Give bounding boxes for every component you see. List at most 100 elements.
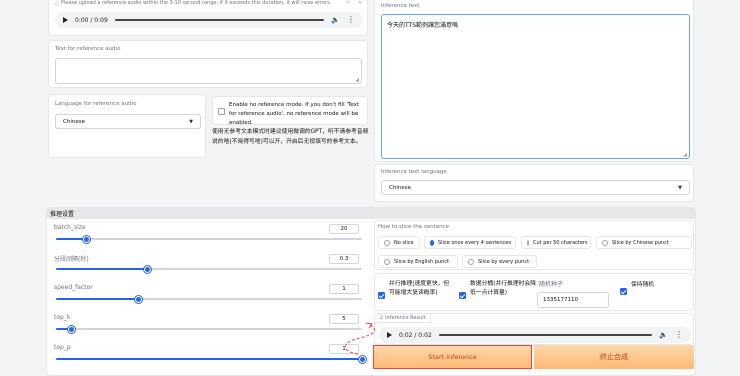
slider-label: top_k xyxy=(54,314,71,321)
result-label: Inference Result xyxy=(385,315,426,321)
section-title: 推理设置 xyxy=(50,211,75,218)
slider-fragment-interval: 分段间隔(秒) 0.3 xyxy=(48,250,368,278)
radio-dot[interactable] xyxy=(430,239,434,246)
ref-text-input[interactable]: ◢ xyxy=(55,58,362,84)
slice-option[interactable]: Cut per 50 characters xyxy=(521,236,591,249)
bucket-checkbox[interactable] xyxy=(459,292,466,299)
slider-fill xyxy=(56,238,87,240)
slice-option-label: Slice once every 4 sentences xyxy=(438,239,511,246)
parallel-label: 并行推理(速度更快，但可能增大复读概率) xyxy=(389,281,450,296)
bucket-label: 数据分桶(并行推理时会降低一点计算量) xyxy=(470,281,537,296)
slider-value: 1 xyxy=(342,286,346,292)
slider-fill xyxy=(56,358,362,360)
slider-value: 0.3 xyxy=(339,256,349,262)
slider-thumb[interactable] xyxy=(135,295,143,303)
music-icon: ♫ xyxy=(54,1,59,7)
slider-track[interactable] xyxy=(56,328,362,330)
slider-thumb[interactable] xyxy=(144,265,152,273)
ref-text-label: Text for reference audio xyxy=(55,46,121,52)
slice-option[interactable]: No slice xyxy=(378,236,420,249)
inference-language-panel: Inference text language Chinese ▼ xyxy=(374,164,694,202)
ref-audio-hint: Please upload a reference audio within t… xyxy=(61,0,331,6)
inference-language-select[interactable]: Chinese ▼ xyxy=(381,180,690,195)
volume-icon[interactable]: 🔈 xyxy=(331,16,340,24)
slider-thumb[interactable] xyxy=(67,325,75,333)
resize-handle-icon[interactable]: ◢ xyxy=(355,77,359,83)
ref-audio-panel: ♫ Please upload a reference audio within… xyxy=(48,0,368,36)
slice-option-label: Cut per 50 characters xyxy=(533,239,588,246)
keep-random-option[interactable]: 保持随机 xyxy=(620,279,680,295)
volume-icon[interactable]: 🔈 xyxy=(659,331,668,339)
slider-value-input[interactable]: 0.3 xyxy=(329,254,359,264)
keep-random-checkbox[interactable] xyxy=(620,288,627,295)
radio-dot[interactable] xyxy=(527,239,529,246)
dropdown-arrow-icon: ▼ xyxy=(678,184,682,191)
annotation-arrow xyxy=(345,322,376,355)
slice-option[interactable]: Slice once every 4 sentences xyxy=(424,236,516,249)
result-audio-progress[interactable] xyxy=(438,334,653,336)
slice-option-label: Slice by English punct xyxy=(394,258,449,265)
parallel-checkbox[interactable] xyxy=(378,292,385,299)
ref-language-select[interactable]: Chinese ▼ xyxy=(55,114,201,129)
slice-option[interactable]: Slice by Chinese punct xyxy=(596,236,692,249)
slice-option-label: Slice by Chinese punct xyxy=(612,239,669,246)
radio-dot[interactable] xyxy=(384,239,390,246)
slice-panel: How to slice the sentence No slice Slice … xyxy=(374,220,694,270)
no-ref-mode-label: Enable no reference mode. If you don't f… xyxy=(229,102,360,126)
ref-text-panel: Text for reference audio ◢ xyxy=(48,40,368,88)
slider-label: speed_factor xyxy=(54,284,93,291)
edit-icon[interactable]: ✎ xyxy=(346,0,350,6)
ref-audio-time: 0:00 / 0:09 xyxy=(75,16,108,24)
result-audio-player[interactable]: 0:02 / 0:02 🔈 ⋮ xyxy=(379,327,691,343)
slider-fill xyxy=(56,298,139,300)
seed-input[interactable]: 1335177110 xyxy=(537,292,609,308)
slice-option[interactable]: Slice by every punct xyxy=(462,255,537,268)
slider-speed-factor: speed_factor 1 xyxy=(48,280,368,308)
slice-label: How to slice the sentence xyxy=(378,224,450,230)
more-options-icon[interactable]: ⋮ xyxy=(675,331,683,339)
slider-label: 分段间隔(秒) xyxy=(54,256,89,263)
radio-dot[interactable] xyxy=(384,258,390,265)
inference-text-label: Inference text xyxy=(381,3,420,9)
more-options-icon[interactable]: ⋮ xyxy=(347,16,355,24)
slider-track[interactable] xyxy=(56,238,362,240)
keep-random-label: 保持随机 xyxy=(631,282,655,288)
result-audio-time: 0:02 / 0:02 xyxy=(399,331,432,339)
section-header: 推理设置 xyxy=(47,208,695,219)
start-inference-button[interactable]: Start inference xyxy=(373,345,532,369)
slider-value-input[interactable]: 1 xyxy=(329,284,359,294)
start-inference-label: Start inference xyxy=(428,353,477,361)
slider-value-input[interactable]: 20 xyxy=(329,224,359,234)
ref-audio-player[interactable]: 0:00 / 0:09 🔈 ⋮ xyxy=(55,12,363,28)
slider-label: top_p xyxy=(54,344,71,351)
inference-text-panel: Inference text 今天的TTS範例讓您滿意嗎 ◢ xyxy=(374,0,694,162)
inference-text-input[interactable]: 今天的TTS範例讓您滿意嗎 ◢ xyxy=(381,14,690,159)
radio-dot[interactable] xyxy=(468,258,474,265)
seed-value: 1335177110 xyxy=(543,297,578,303)
seed-label: 随机种子 xyxy=(539,281,564,288)
no-ref-mode-checkbox[interactable] xyxy=(218,108,225,115)
clear-icon[interactable]: ✕ xyxy=(358,0,362,6)
slider-thumb[interactable] xyxy=(83,235,91,243)
resize-handle-icon[interactable]: ◢ xyxy=(683,152,687,158)
inference-language-value: Chinese xyxy=(389,184,411,191)
slice-option-label: No slice xyxy=(394,239,414,246)
no-ref-mode-panel[interactable]: Enable no reference mode. If you don't f… xyxy=(212,96,368,126)
ref-language-panel: Language for reference audio Chinese ▼ xyxy=(48,94,206,158)
inference-language-label: Inference text language xyxy=(381,169,447,175)
play-icon[interactable] xyxy=(63,17,68,23)
inference-text-value: 今天的TTS範例讓您滿意嗎 xyxy=(387,22,459,29)
ref-audio-progress[interactable] xyxy=(114,19,325,21)
ref-language-label: Language for reference audio xyxy=(55,101,137,107)
bucket-option[interactable]: 数据分桶(并行推理时会降低一点计算量) xyxy=(459,279,537,309)
ref-language-value: Chinese xyxy=(63,118,85,125)
slider-fill xyxy=(56,268,148,270)
slice-option-label: Slice by every punct xyxy=(478,258,530,265)
radio-dot[interactable] xyxy=(602,239,608,246)
stop-synthesis-button[interactable]: 终止合成 xyxy=(534,345,694,369)
options-panel: 并行推理(速度更快，但可能增大复读概率) 数据分桶(并行推理时会降低一点计算量)… xyxy=(374,273,694,311)
parallel-option[interactable]: 并行推理(速度更快，但可能增大复读概率) xyxy=(378,279,453,309)
slice-option[interactable]: Slice by English punct xyxy=(378,255,458,268)
result-panel: ♫ Inference Result 0:02 / 0:02 🔈 ⋮ xyxy=(374,313,694,345)
slider-value: 20 xyxy=(340,226,348,232)
